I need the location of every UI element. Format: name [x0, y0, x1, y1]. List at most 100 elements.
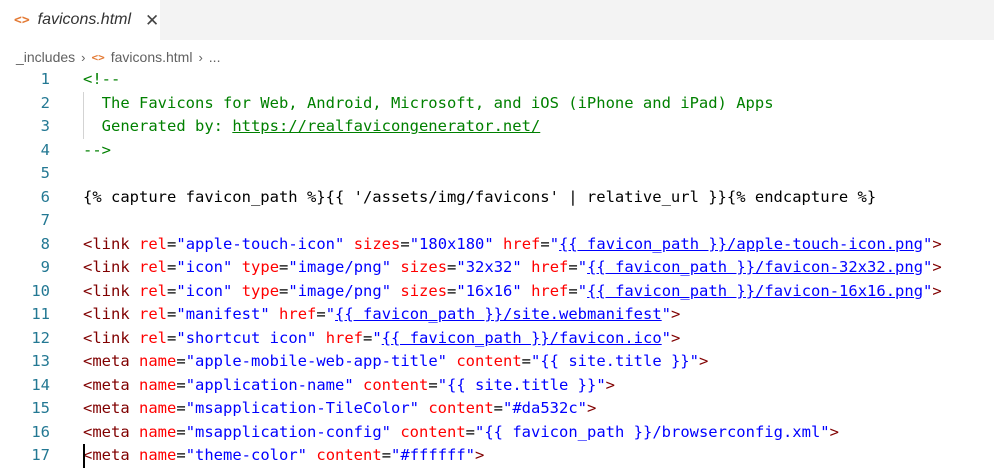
code-line[interactable]: 15 <meta name="msapplication-TileColor" c… — [0, 397, 994, 421]
tag-token: <link — [83, 258, 130, 276]
url-link[interactable]: https://realfavicongenerator.net/ — [232, 117, 540, 135]
attribute-name: name — [139, 446, 177, 464]
attribute-value: "32x32" — [456, 258, 522, 276]
code-content: <link rel="shortcut icon" href="{{ favic… — [83, 327, 680, 351]
comment-token: Generated by: — [83, 117, 233, 135]
attribute-name: name — [139, 399, 177, 417]
line-number: 4 — [40, 140, 50, 159]
code-text: = — [167, 258, 177, 276]
html-file-icon: <> — [91, 50, 105, 64]
code-text: = — [167, 328, 177, 347]
code-text: = — [447, 281, 457, 300]
template-link[interactable]: {{ favicon_path }}/favicon-16x16.png — [587, 282, 923, 300]
code-editor[interactable]: 1 <!-- 2 The Favicons for Web, Android, Mi… — [0, 68, 994, 476]
code-content: <meta name="apple-mobile-web-app-title" … — [83, 350, 708, 374]
code-line[interactable]: 1 <!-- — [0, 68, 994, 92]
code-line[interactable]: 11 <link rel="manifest" href="{{ favicon_… — [0, 303, 994, 327]
code-line[interactable]: 5 — [0, 162, 994, 186]
code-line[interactable]: 12 <link rel="shortcut icon" href="{{ fav… — [0, 327, 994, 351]
attribute-name: content — [428, 399, 494, 417]
code-line[interactable]: 16 <meta name="msapplication-config" cont… — [0, 421, 994, 445]
code-line[interactable]: 3 Generated by: https://realfavicongener… — [0, 115, 994, 139]
code-text: = — [447, 258, 457, 276]
code-text: = — [465, 422, 476, 441]
attribute-name: href — [531, 281, 569, 300]
code-line[interactable]: 10 <link rel="icon" type="image/png" size… — [0, 280, 994, 304]
code-text: = — [568, 281, 578, 300]
close-icon[interactable]: ✕ — [145, 12, 159, 29]
template-link[interactable]: {{ favicon_path }}/site.webmanifest — [335, 305, 662, 323]
attribute-value: "manifest" — [176, 305, 270, 323]
template-link[interactable]: {{ favicon_path }}/apple-touch-icon.png — [559, 235, 923, 253]
tag-token: <link — [83, 328, 130, 347]
code-line[interactable]: 17 <meta name="theme-color" content="#fff… — [0, 444, 994, 468]
attribute-value: " — [923, 258, 933, 276]
attribute-name: content — [316, 446, 382, 464]
tab-favicons-html[interactable]: <> favicons.html ✕ — [0, 0, 160, 40]
line-number: 17 — [31, 446, 50, 464]
attribute-value: " — [577, 281, 588, 300]
attribute-name: href — [531, 258, 569, 276]
line-number: 12 — [31, 328, 50, 347]
code-text: = — [428, 375, 438, 394]
code-line[interactable]: 9 <link rel="icon" type="image/png" sizes… — [0, 256, 994, 280]
code-text: = — [167, 234, 177, 253]
attribute-value: "msapplication-config" — [185, 422, 391, 441]
line-number: 15 — [31, 399, 50, 417]
tag-token: > — [475, 446, 485, 464]
code-content: <link rel="manifest" href="{{ favicon_pa… — [83, 303, 680, 327]
code-line[interactable]: 14 <meta name="application-name" content=… — [0, 374, 994, 398]
html-file-icon: <> — [14, 12, 30, 28]
tag-token: > — [698, 352, 709, 370]
code-text: = — [176, 399, 186, 417]
code-line[interactable]: 7 — [0, 209, 994, 233]
code-content: The Favicons for Web, Android, Microsoft… — [83, 92, 774, 116]
attribute-name: name — [139, 422, 177, 441]
code-content: <meta name="theme-color" content="#fffff… — [83, 444, 484, 468]
code-line[interactable]: 6 {% capture favicon_path %}{{ '/assets/i… — [0, 186, 994, 210]
tab-label: favicons.html — [37, 11, 132, 28]
code-line[interactable]: 13 <meta name="apple-mobile-web-app-title… — [0, 350, 994, 374]
code-line[interactable]: 8 <link rel="apple-touch-icon" sizes="180… — [0, 233, 994, 257]
template-link[interactable]: {{ favicon_path }}/favicon-32x32.png — [587, 258, 923, 276]
attribute-value: "image/png" — [288, 258, 392, 276]
breadcrumb-folder-includes[interactable]: _includes — [16, 49, 75, 65]
tag-token: > — [671, 328, 681, 347]
text-cursor — [83, 444, 85, 468]
breadcrumb-symbols[interactable]: ... — [209, 49, 221, 65]
code-text: = — [381, 446, 392, 464]
breadcrumb-file[interactable]: favicons.html — [111, 49, 193, 65]
tag-token: > — [932, 258, 942, 276]
code-line[interactable]: 2 The Favicons for Web, Android, Microso… — [0, 91, 994, 116]
attribute-name: rel — [139, 234, 168, 253]
line-number: 5 — [40, 164, 50, 182]
tag-token: <meta — [83, 422, 130, 441]
attribute-name: sizes — [400, 258, 448, 276]
attribute-value: "shortcut icon" — [176, 328, 317, 347]
attribute-name: href — [325, 328, 364, 347]
code-text: = — [568, 258, 578, 276]
template-link[interactable]: {{ favicon_path }}/favicon.ico — [382, 329, 662, 347]
line-number: 2 — [40, 93, 50, 112]
code-content: --> — [83, 139, 111, 163]
attribute-value: "180x180" — [409, 234, 494, 253]
attribute-name: name — [139, 375, 177, 394]
code-line[interactable]: 4 --> — [0, 139, 994, 163]
attribute-value: "{{ site.title }}" — [531, 352, 699, 370]
code-content: <meta name="msapplication-TileColor" con… — [83, 397, 596, 421]
code-content: Generated by: https://realfavicongenerat… — [83, 115, 541, 139]
